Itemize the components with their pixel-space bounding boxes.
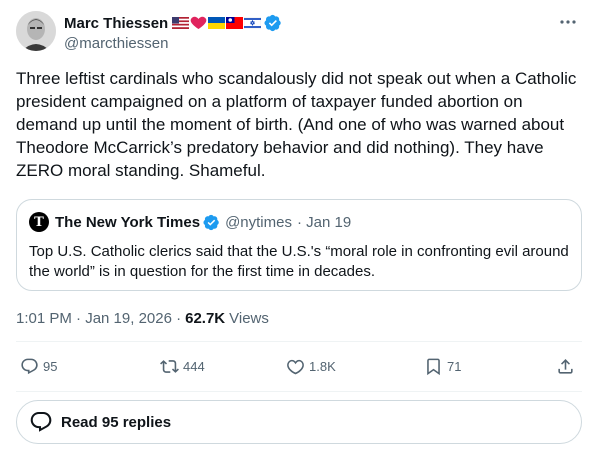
like-button[interactable]: 1.8K xyxy=(286,357,336,376)
reply-icon xyxy=(21,358,38,375)
tweet-timestamp[interactable]: 1:01 PM · Jan 19, 2026 · xyxy=(16,310,181,327)
repost-count: 444 xyxy=(183,359,205,374)
views-label: Views xyxy=(229,310,269,327)
quote-date: · Jan 19 xyxy=(296,213,352,231)
reply-bubble-icon xyxy=(30,412,52,432)
bookmark-button[interactable]: 71 xyxy=(424,357,461,376)
views-count: 62.7K xyxy=(185,310,226,327)
more-options-icon[interactable] xyxy=(558,12,578,32)
divider xyxy=(16,391,582,392)
divider xyxy=(16,341,582,342)
read-replies-button[interactable]: Read 95 replies xyxy=(16,400,582,444)
action-bar: 95 444 1.8K 71 xyxy=(16,353,582,387)
verified-badge-icon xyxy=(203,214,219,230)
quote-author-handle: @nytimes xyxy=(225,213,292,231)
share-button[interactable] xyxy=(556,357,575,376)
author-display-name[interactable]: Marc Thiessen xyxy=(64,15,168,32)
tweet-header: Marc Thiessen @marcthiessen xyxy=(16,10,582,56)
bookmark-icon xyxy=(427,358,440,376)
bookmark-count: 71 xyxy=(447,359,462,374)
reply-button[interactable]: 95 xyxy=(20,357,57,376)
tweet-text: Three leftist cardinals who scandalously… xyxy=(16,69,577,180)
avatar[interactable] xyxy=(16,11,56,51)
verified-badge-icon xyxy=(264,14,281,32)
like-count: 1.8K xyxy=(309,359,336,374)
ukraine-flag-icon xyxy=(208,17,226,29)
taiwan-flag-icon xyxy=(226,17,244,29)
reply-count: 95 xyxy=(43,359,58,374)
quote-text: Top U.S. Catholic clerics said that the … xyxy=(29,243,569,280)
tweet-meta: 1:01 PM · Jan 19, 2026 · 62.7K Views xyxy=(16,310,269,327)
read-replies-label: Read 95 replies xyxy=(61,413,172,431)
repost-button[interactable]: 444 xyxy=(160,357,205,376)
nyt-logo-icon: T xyxy=(29,212,49,232)
israel-flag-icon xyxy=(244,17,262,29)
quoted-tweet[interactable]: T The New York Times @nytimes · Jan 19 T… xyxy=(16,199,582,291)
heart-icon xyxy=(287,359,304,375)
repost-icon xyxy=(160,360,179,373)
red-heart-icon xyxy=(190,16,207,29)
quote-author-name: The New York Times xyxy=(55,213,201,231)
share-icon xyxy=(558,359,573,374)
us-flag-icon xyxy=(172,17,190,29)
author-handle[interactable]: @marcthiessen xyxy=(64,35,282,52)
